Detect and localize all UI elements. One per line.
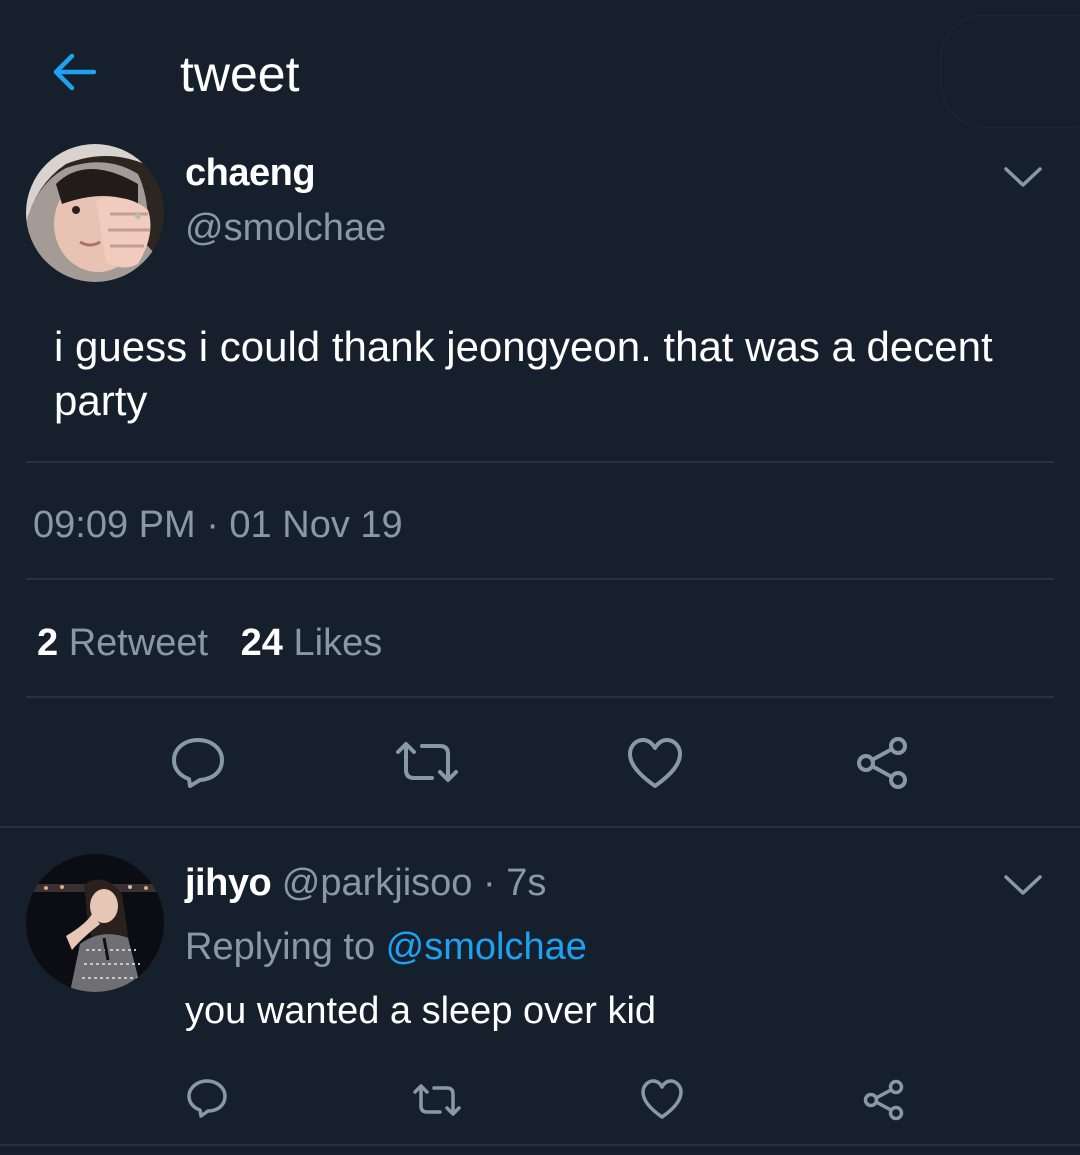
author-avatar[interactable] — [26, 144, 164, 282]
likes-label[interactable]: Likes — [294, 622, 383, 664]
reply-author-avatar[interactable] — [26, 854, 164, 992]
chevron-down-icon — [1004, 167, 1042, 187]
like-count: 24 — [240, 622, 283, 664]
divider — [26, 461, 1054, 463]
share-button[interactable] — [854, 734, 912, 797]
chevron-down-icon — [1004, 875, 1042, 895]
reply-menu-button[interactable] — [1002, 872, 1044, 898]
tweet-timestamp: 09:09 PM · 01 Nov 19 — [33, 504, 403, 546]
author-name[interactable]: chaeng — [185, 150, 316, 196]
page-title: tweet — [180, 46, 300, 102]
heart-icon — [641, 1079, 683, 1119]
retweet-button[interactable] — [394, 738, 460, 791]
reply-icon — [172, 738, 224, 788]
reply-age: 7s — [506, 862, 547, 904]
retweet-count: 2 — [37, 622, 59, 664]
heart-icon — [628, 738, 682, 788]
author-handle[interactable]: @smolchae — [185, 205, 386, 251]
meta-separator: · — [472, 862, 507, 904]
back-button[interactable] — [48, 50, 100, 94]
reply-text: you wanted a sleep over kid — [185, 990, 657, 1032]
replying-prefix: Replying to — [185, 926, 386, 968]
reply-author-handle[interactable]: @parkjisoo — [282, 862, 473, 904]
reply-icon — [187, 1079, 227, 1118]
tweet-detail-screen: tweet chaeng @smolchae i guess i could t… — [0, 0, 1080, 1155]
section-divider — [0, 826, 1080, 828]
arrow-left-icon — [53, 53, 97, 91]
top-bar: tweet — [0, 0, 1080, 150]
avatar-photo — [26, 144, 164, 282]
reply-share-button[interactable] — [862, 1078, 906, 1127]
retweet-icon — [413, 1084, 461, 1116]
reply-header: jihyo @parkjisoo · 7s — [185, 860, 546, 906]
reply-reply-button[interactable] — [186, 1078, 228, 1125]
reply-author-name[interactable]: jihyo — [185, 862, 272, 904]
retweet-label[interactable]: Retweet — [69, 622, 208, 664]
divider — [26, 578, 1054, 580]
divider — [26, 696, 1054, 698]
tweet-stats: 2 Retweet 24 Likes — [37, 620, 382, 666]
tweet-text: i guess i could thank jeongyeon. that wa… — [54, 323, 993, 424]
share-icon — [857, 737, 907, 789]
replying-to: Replying to @smolchae — [185, 924, 587, 970]
share-icon — [863, 1079, 904, 1121]
reply-retweet-button[interactable] — [412, 1082, 462, 1123]
replying-mention-link[interactable]: @smolchae — [386, 926, 587, 968]
reply-like-button[interactable] — [640, 1078, 684, 1125]
header-decoration — [940, 14, 1080, 128]
section-divider — [0, 1144, 1080, 1146]
avatar-photo — [26, 854, 164, 992]
retweet-icon — [396, 742, 458, 782]
like-button[interactable] — [626, 736, 684, 795]
tweet-menu-button[interactable] — [1002, 164, 1044, 190]
reply-button[interactable] — [170, 736, 226, 795]
